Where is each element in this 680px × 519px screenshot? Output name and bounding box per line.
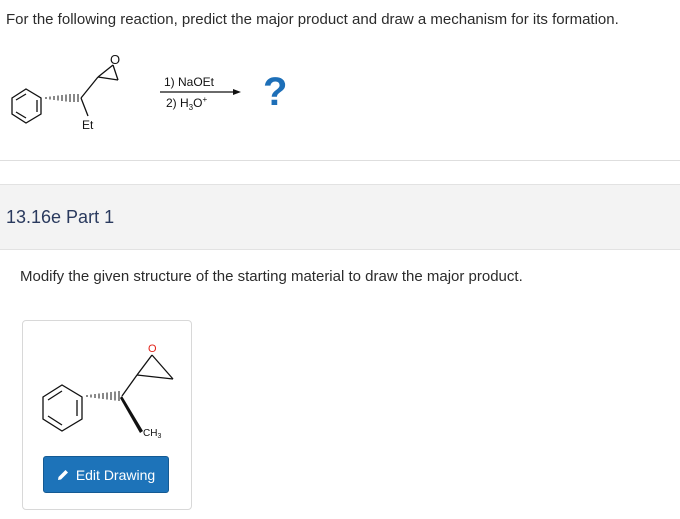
methyl-label: CH3 bbox=[143, 428, 161, 440]
drawing-benzene-ring bbox=[42, 384, 83, 432]
reagent-step-1: 1) NaOEt bbox=[164, 75, 215, 89]
benzene-ring bbox=[11, 88, 42, 124]
hashed-wedge-bond bbox=[45, 94, 79, 102]
reagent-step-2: 2) H3O+ bbox=[166, 95, 207, 112]
drawing-preview-card[interactable]: O CH3 Edit Drawing bbox=[22, 320, 192, 510]
bold-wedge-bond bbox=[120, 396, 143, 433]
epoxide-oxygen-label: O bbox=[110, 52, 120, 67]
reaction-scheme: O Et 1) NaOEt 2) H3O+ ? bbox=[11, 52, 287, 132]
section-divider bbox=[0, 160, 680, 161]
edit-drawing-button[interactable]: Edit Drawing bbox=[43, 456, 169, 493]
question-text: For the following reaction, predict the … bbox=[6, 11, 619, 28]
part-header: 13.16e Part 1 bbox=[0, 184, 680, 250]
instruction-text: Modify the given structure of the starti… bbox=[20, 268, 523, 285]
drawing-hashed-wedge-bond bbox=[86, 391, 120, 401]
reaction-arrowhead bbox=[233, 89, 241, 95]
epoxide-ring bbox=[80, 64, 119, 117]
drawing-oxygen-label: O bbox=[148, 343, 157, 355]
unknown-product-question-mark: ? bbox=[263, 70, 287, 114]
drawing-epoxide-ring bbox=[121, 354, 174, 397]
edit-drawing-label: Edit Drawing bbox=[75, 466, 156, 483]
part-title: 13.16e Part 1 bbox=[6, 207, 115, 227]
ethyl-label: Et bbox=[82, 118, 94, 132]
starting-material-structure: O CH3 bbox=[42, 343, 174, 440]
pencil-icon bbox=[57, 469, 68, 480]
